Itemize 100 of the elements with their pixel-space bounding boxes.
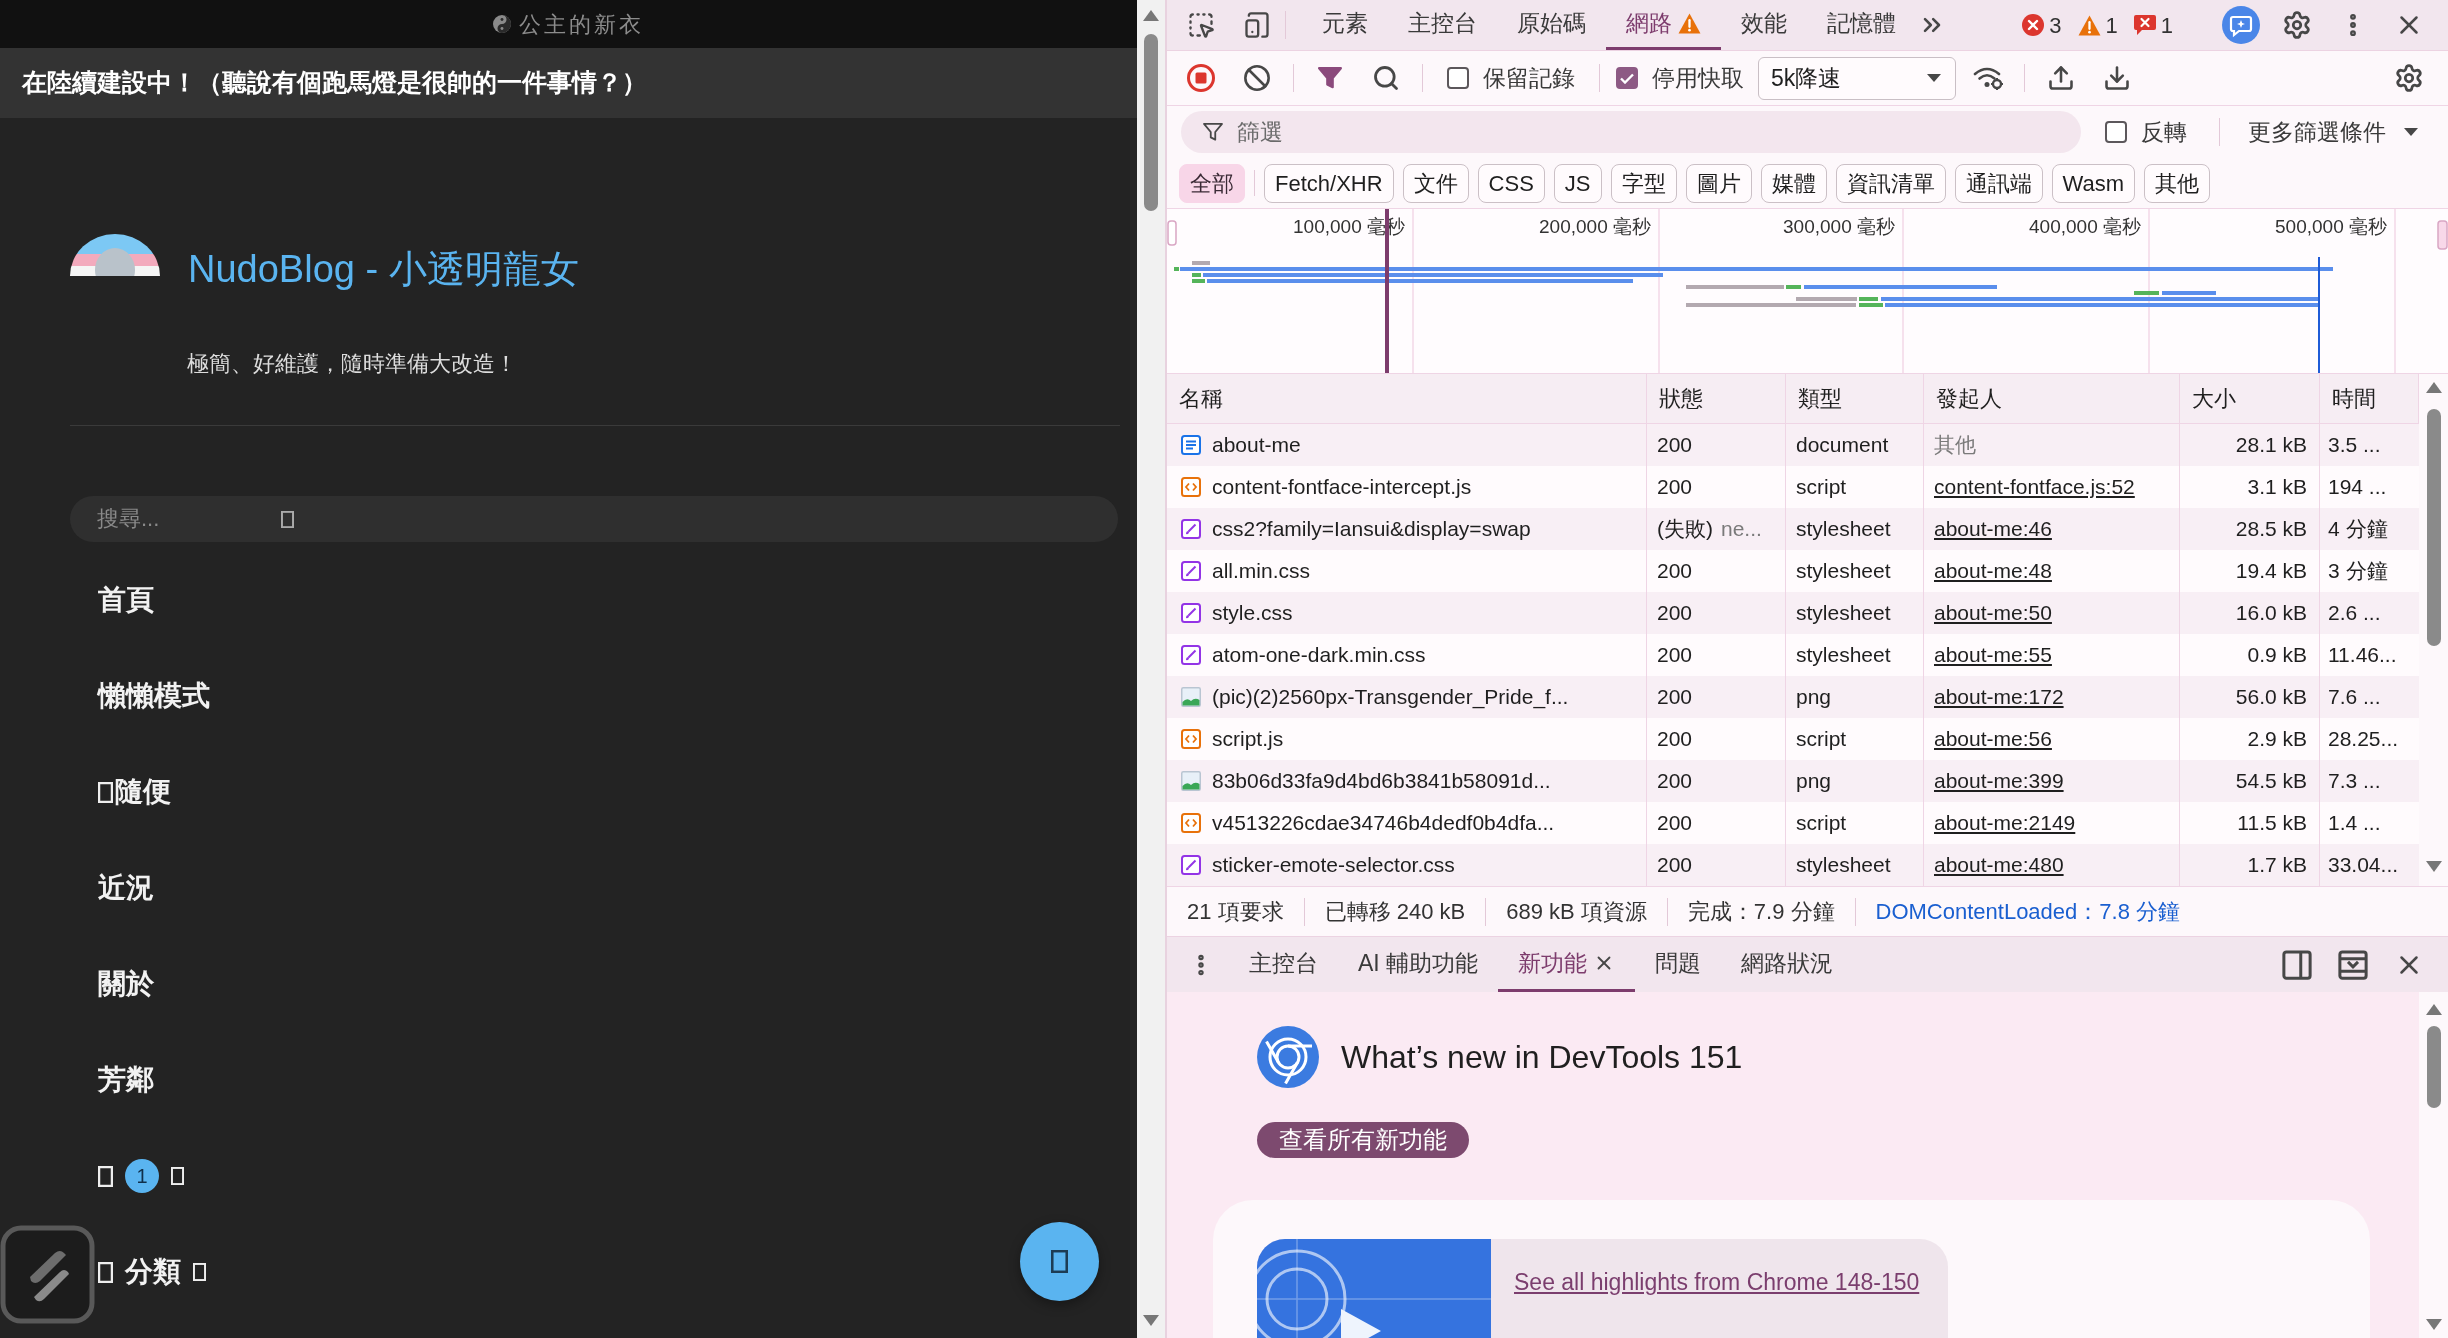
- type-filter-chip[interactable]: 其他: [2144, 163, 2211, 203]
- type-filter-chip[interactable]: 全部: [1179, 163, 1245, 203]
- checkbox[interactable]: [1616, 67, 1638, 89]
- panel-tab[interactable]: 主控台: [1388, 0, 1497, 50]
- scrollbar-thumb[interactable]: [2426, 1026, 2441, 1108]
- panel-tab[interactable]: 原始碼: [1497, 0, 1606, 50]
- file-name: script.js: [1212, 726, 1284, 753]
- drawer-tab[interactable]: 網路狀況: [1721, 937, 1854, 992]
- search-field[interactable]: 搜尋...: [70, 496, 1118, 542]
- drawer-tab[interactable]: 主控台: [1229, 937, 1338, 992]
- check-icon: [1620, 72, 1634, 84]
- script-icon: [1181, 729, 1201, 749]
- panel-tab[interactable]: 記憶體: [1807, 0, 1916, 50]
- count-text[interactable]: 3: [2049, 8, 2062, 42]
- type-filter-chip[interactable]: 資訊清單: [1835, 163, 1946, 203]
- type-filter-chip[interactable]: Wasm: [2051, 163, 2136, 203]
- table-row[interactable]: css2?family=Iansui&display=swap (失敗) ne... stylesheet about-me:46 28.5 kB 4 分鐘: [1167, 508, 2419, 550]
- type-filter-chip[interactable]: 圖片: [1685, 163, 1752, 203]
- dock-bottom-icon[interactable]: [2338, 949, 2368, 980]
- nav-link[interactable]: 隨便: [115, 774, 171, 810]
- column-header[interactable]: 類型: [1786, 374, 1924, 423]
- table-row[interactable]: 83b06d33fa9d4bd6b3841b58091d... 200 png about-me:399 54.5 kB 7.3 ...: [1167, 760, 2419, 802]
- scroll-down-arrow-icon[interactable]: [1143, 1315, 1159, 1326]
- throttling-dropdown[interactable]: 5k降速: [1758, 56, 1956, 100]
- table-row[interactable]: style.css 200 stylesheet about-me:50 16.0 kB 2.6 ...: [1167, 592, 2419, 634]
- scroll-down-arrow-icon[interactable]: [2425, 861, 2442, 872]
- type-filter-chip[interactable]: 字型: [1610, 163, 1677, 203]
- filter-toggle-icon[interactable]: [1318, 67, 1342, 89]
- nav-link[interactable]: 懶懶模式: [98, 678, 210, 714]
- stylesheet-icon: [1181, 561, 1201, 581]
- panel-tab[interactable]: 網路: [1606, 0, 1721, 50]
- filter-field[interactable]: 篩選: [1181, 111, 2081, 153]
- see-all-features-button[interactable]: 查看所有新功能: [1257, 1122, 1469, 1158]
- table-row[interactable]: sticker-emote-selector.css 200 stylesheet about-me:480 1.7 kB 33.04...: [1167, 844, 2419, 886]
- initiator-link[interactable]: about-me:50: [1934, 597, 2052, 629]
- logo-tile-icon[interactable]: [0, 1225, 95, 1324]
- checkbox[interactable]: [1447, 67, 1469, 89]
- clear-icon[interactable]: [1243, 64, 1271, 92]
- highlights-link[interactable]: See all highlights from Chrome 148-150: [1514, 1265, 1920, 1300]
- checkbox-label[interactable]: 停用快取: [1652, 60, 1744, 96]
- type-filter-chip[interactable]: 文件: [1402, 163, 1469, 203]
- timeline-bar: [1192, 279, 1205, 283]
- range-handle[interactable]: [1167, 220, 1177, 246]
- upload-icon[interactable]: [2047, 64, 2075, 92]
- chat-bubble-icon[interactable]: [2222, 6, 2260, 44]
- panel-tab[interactable]: 效能: [1721, 0, 1807, 50]
- checkbox-label[interactable]: 反轉: [2141, 114, 2187, 150]
- inspect-icon[interactable]: [1187, 11, 1215, 39]
- checkbox[interactable]: [2105, 121, 2127, 143]
- scroll-up-arrow-icon[interactable]: [1143, 10, 1159, 21]
- table-row[interactable]: about-me 200 document 其他 28.1 kB 3.5 ...: [1167, 424, 2419, 466]
- scrollbar-thumb[interactable]: [1144, 34, 1158, 211]
- record-icon[interactable]: [1187, 64, 1215, 92]
- drawer-tab[interactable]: 問題: [1635, 937, 1722, 992]
- settings-icon[interactable]: [2282, 10, 2312, 40]
- initiator-link[interactable]: about-me:480: [1934, 849, 2064, 881]
- panel-tab[interactable]: 元素: [1302, 0, 1388, 50]
- nav-link[interactable]: 首頁: [98, 582, 154, 618]
- type-text: script: [1796, 810, 1847, 837]
- drawer-tab[interactable]: AI 輔助功能: [1338, 937, 1499, 992]
- initiator-link[interactable]: about-me:55: [1934, 639, 2052, 671]
- column-header[interactable]: 名稱: [1167, 374, 1647, 423]
- search-icon[interactable]: [1372, 64, 1400, 92]
- scrollbar-thumb[interactable]: [2426, 409, 2441, 646]
- initiator-link[interactable]: content-fontface.js:52: [1934, 471, 2135, 503]
- devices-icon[interactable]: [1243, 11, 1271, 39]
- type-filter-chip[interactable]: Fetch/XHR: [1264, 163, 1394, 203]
- type-filter-chip[interactable]: JS: [1553, 163, 1602, 203]
- download-icon[interactable]: [2103, 64, 2131, 92]
- count-text[interactable]: 1: [2105, 8, 2118, 42]
- count-text[interactable]: 1: [2160, 8, 2173, 42]
- site-title[interactable]: NudoBlog - 小透明龍女: [188, 247, 579, 291]
- type-filter-chip[interactable]: CSS: [1477, 163, 1545, 203]
- table-row[interactable]: (pic)(2)2560px-Transgender_Pride_f... 200 png about-me:172 56.0 kB 7.6 ...: [1167, 676, 2419, 718]
- type-filter-chip[interactable]: 通訊端: [1954, 163, 2043, 203]
- scroll-down-arrow-icon[interactable]: [2425, 1319, 2442, 1330]
- initiator-link[interactable]: about-me:399: [1934, 765, 2064, 797]
- timeline-bar: [1859, 297, 1878, 301]
- type-filter-chip[interactable]: 媒體: [1760, 163, 1827, 203]
- initiator-link[interactable]: about-me:46: [1934, 513, 2052, 545]
- initiator-link[interactable]: about-me:56: [1934, 723, 2052, 755]
- column-header[interactable]: 狀態: [1647, 374, 1786, 423]
- initiator-link[interactable]: about-me:172: [1934, 681, 2064, 713]
- column-header[interactable]: 大小: [2180, 374, 2320, 423]
- checkbox-label[interactable]: 保留記錄: [1483, 60, 1575, 96]
- scroll-up-arrow-icon[interactable]: [2425, 382, 2442, 393]
- dock-side-icon[interactable]: [2282, 949, 2312, 980]
- column-header[interactable]: 發起人: [1924, 374, 2180, 423]
- initiator-link[interactable]: about-me:48: [1934, 555, 2052, 587]
- more-filters-dropdown[interactable]: 更多篩選條件: [2248, 114, 2418, 150]
- wifi-gear-icon[interactable]: [1973, 66, 2003, 90]
- nav-link[interactable]: 近況: [98, 870, 154, 906]
- nav-link[interactable]: 關於: [98, 966, 154, 1002]
- range-handle[interactable]: [2437, 220, 2448, 250]
- scroll-up-arrow-icon[interactable]: [2425, 1004, 2442, 1015]
- nav-link[interactable]: 分類: [125, 1254, 181, 1290]
- initiator-link[interactable]: about-me:2149: [1934, 807, 2076, 839]
- nav-link[interactable]: 芳鄰: [98, 1062, 154, 1098]
- settings-icon[interactable]: [2394, 63, 2424, 93]
- highlight-item[interactable]: See all highlights from Chrome 148-150: [1257, 1239, 1948, 1338]
